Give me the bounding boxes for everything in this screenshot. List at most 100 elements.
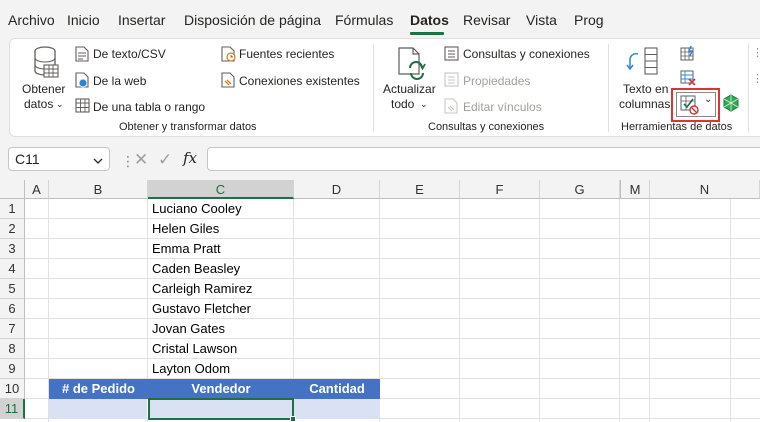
column-header-g[interactable]: G <box>540 180 620 199</box>
queries-connections-button[interactable]: Consultas y conexiones <box>463 47 590 61</box>
insert-function-button[interactable]: fx <box>183 149 197 167</box>
table-header-vendedor[interactable]: Vendedor <box>148 379 294 399</box>
refresh-all-button[interactable]: Actualizar <box>383 82 436 96</box>
cell-c8[interactable]: Cristal Lawson <box>150 339 237 359</box>
gridline <box>25 338 760 339</box>
row-header-5[interactable]: 5 <box>0 279 25 299</box>
column-header-b[interactable]: B <box>49 180 148 199</box>
recent-sources-icon <box>221 46 236 65</box>
row-header-7[interactable]: 7 <box>0 319 25 339</box>
obtener-datos-label[interactable]: datos <box>24 97 53 111</box>
column-header-d[interactable]: D <box>294 180 380 199</box>
active-cell[interactable] <box>148 398 294 420</box>
cell-c5[interactable]: Carleigh Ramirez <box>150 279 252 299</box>
text-to-columns-button[interactable]: Texto en <box>623 82 668 96</box>
database-icon[interactable] <box>30 45 60 82</box>
gridline <box>25 218 760 219</box>
text-to-columns-label[interactable]: columnas <box>619 97 670 111</box>
cell-c4[interactable]: Caden Beasley <box>150 259 240 279</box>
consolidate-icon[interactable] <box>723 94 739 115</box>
tab-archivo[interactable]: Archivo <box>8 12 55 28</box>
fill-handle[interactable] <box>290 416 296 422</box>
refresh-all-icon[interactable] <box>396 46 428 83</box>
table-header-cantidad[interactable]: Cantidad <box>294 379 380 399</box>
table-cell-d11[interactable] <box>294 399 380 419</box>
group-title-queries: Consultas y conexiones <box>428 121 545 133</box>
remove-duplicates-icon[interactable] <box>680 70 696 89</box>
column-header-e[interactable]: E <box>380 180 460 199</box>
text-file-icon <box>75 46 89 65</box>
column-header-c[interactable]: C <box>148 180 294 199</box>
tab-disposicion[interactable]: Disposición de página <box>184 12 321 28</box>
gridline <box>730 199 731 422</box>
row-header-4[interactable]: 4 <box>0 259 25 279</box>
group-separator <box>608 44 609 132</box>
obtener-datos-button[interactable]: Obtener <box>22 82 65 96</box>
menu-bar: Archivo Inicio Insertar Disposición de p… <box>0 0 760 36</box>
gridline <box>649 199 650 422</box>
properties-button[interactable]: Propiedades <box>463 74 530 88</box>
edit-links-button[interactable]: Editar vínculos <box>463 100 542 114</box>
queries-connections-icon <box>444 46 459 64</box>
from-web-button[interactable]: De la web <box>93 74 146 88</box>
row-header-9[interactable]: 9 <box>0 359 25 379</box>
column-header-m[interactable]: M <box>620 180 650 199</box>
tab-formulas[interactable]: Fórmulas <box>335 12 393 28</box>
column-header-f[interactable]: F <box>460 180 540 199</box>
row-header-2[interactable]: 2 <box>0 219 25 239</box>
gridline <box>25 258 760 259</box>
row-header-6[interactable]: 6 <box>0 299 25 319</box>
tab-prog[interactable]: Prog <box>574 12 604 28</box>
enter-icon[interactable]: ✓ <box>158 150 172 170</box>
row-header-11[interactable]: 11 <box>0 399 25 419</box>
existing-connections-button[interactable]: Conexiones existentes <box>239 74 360 88</box>
row-header-1[interactable]: 1 <box>0 199 25 219</box>
gridline <box>25 358 760 359</box>
from-table-button[interactable]: De una tabla o rango <box>93 100 205 114</box>
highlight-box <box>671 88 720 122</box>
column-header-n[interactable]: N <box>650 180 760 199</box>
select-all-corner[interactable] <box>0 180 25 199</box>
flash-fill-icon[interactable] <box>680 45 696 64</box>
table-icon <box>75 98 90 116</box>
from-text-csv-button[interactable]: De texto/CSV <box>93 47 166 61</box>
tab-inicio[interactable]: Inicio <box>67 12 100 28</box>
row-header-8[interactable]: 8 <box>0 339 25 359</box>
cancel-icon[interactable]: ✕ <box>134 150 148 170</box>
group-separator <box>748 44 749 132</box>
cell-c3[interactable]: Emma Pratt <box>150 239 221 259</box>
chevron-down-icon[interactable]: ⌄ <box>56 97 64 111</box>
cell-c7[interactable]: Jovan Gates <box>150 319 225 339</box>
cell-c6[interactable]: Gustavo Fletcher <box>150 299 251 319</box>
chevron-down-icon[interactable]: ⌄ <box>420 97 428 111</box>
edit-links-icon <box>444 98 459 117</box>
cell-c2[interactable]: Helen Giles <box>150 219 219 239</box>
row-header-10[interactable]: 10 <box>0 379 25 399</box>
group-title-get-transform: Obtener y transformar datos <box>119 121 257 133</box>
tab-datos[interactable]: Datos <box>410 12 449 28</box>
formula-bar-grip: ⋮ <box>121 153 135 169</box>
chevron-down-icon[interactable] <box>93 154 103 168</box>
recent-sources-button[interactable]: Fuentes recientes <box>239 47 334 61</box>
group-title-data-tools: Herramientas de datos <box>621 121 733 133</box>
refresh-all-label[interactable]: todo <box>391 97 414 111</box>
gridline <box>25 238 760 239</box>
formula-input[interactable] <box>207 147 760 171</box>
tab-insertar[interactable]: Insertar <box>118 12 165 28</box>
gridline <box>459 199 460 422</box>
relationships-icon[interactable]: ⋮ <box>752 46 760 59</box>
column-header-a[interactable]: A <box>25 180 49 199</box>
tab-vista[interactable]: Vista <box>526 12 557 28</box>
gridline <box>25 298 760 299</box>
cell-c9[interactable]: Layton Odom <box>150 359 230 379</box>
active-tab-indicator <box>410 32 444 35</box>
gridline <box>25 318 760 319</box>
manage-model-icon[interactable]: ⋮ <box>752 72 760 85</box>
tab-revisar[interactable]: Revisar <box>463 12 510 28</box>
table-header-pedido[interactable]: # de Pedido <box>49 379 148 399</box>
row-header-3[interactable]: 3 <box>0 239 25 259</box>
existing-connections-icon <box>221 72 236 91</box>
text-to-columns-icon[interactable] <box>626 46 660 81</box>
cell-c1[interactable]: Luciano Cooley <box>150 199 242 219</box>
table-cell-b11[interactable] <box>49 399 148 419</box>
